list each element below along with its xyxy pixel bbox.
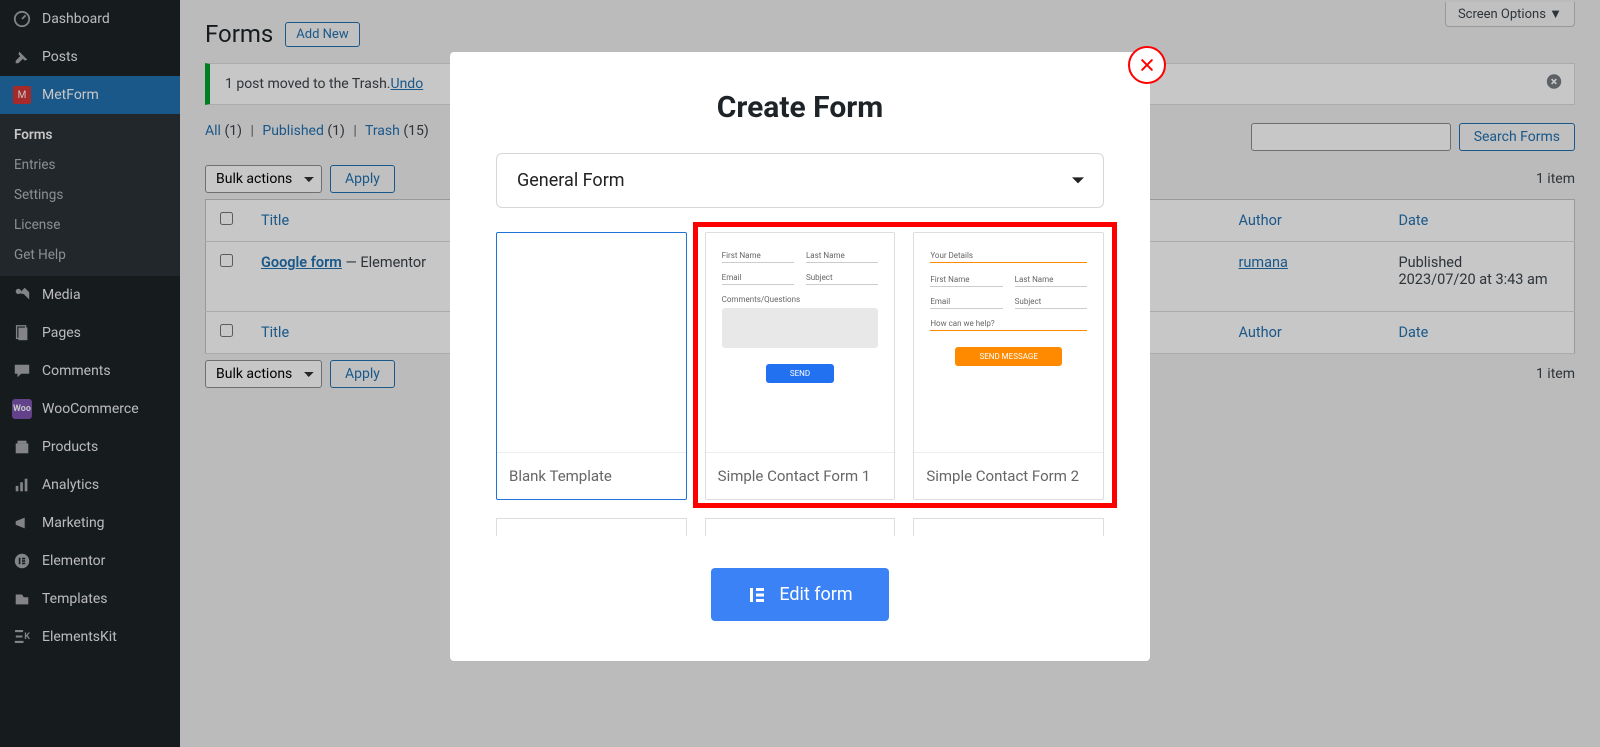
template-simple-1[interactable]: First Name Last Name Email Subject Comme… (705, 232, 896, 500)
template-simple-2[interactable]: Your Details First Name Last Name Email … (913, 232, 1104, 500)
template-preview-1: First Name Last Name Email Subject Comme… (706, 233, 895, 452)
create-form-modal: Create Form General Form Blank Template … (450, 52, 1150, 661)
preview-send-button: SEND (766, 364, 834, 383)
template-next-row (496, 518, 1104, 536)
template-card-peek[interactable] (913, 518, 1104, 536)
elementor-icon (747, 585, 767, 605)
template-grid: Blank Template First Name Last Name Emai… (496, 232, 1104, 500)
edit-form-label: Edit form (779, 584, 852, 605)
edit-form-button[interactable]: Edit form (711, 568, 888, 621)
template-card-peek[interactable] (705, 518, 896, 536)
template-title: Blank Template (497, 452, 686, 499)
form-type-select[interactable]: General Form (496, 153, 1104, 208)
template-title: Simple Contact Form 1 (706, 452, 895, 499)
template-preview-blank (497, 233, 686, 452)
template-blank[interactable]: Blank Template (496, 232, 687, 500)
close-button[interactable] (1128, 46, 1166, 84)
close-icon (1139, 57, 1155, 73)
modal-title: Create Form (496, 90, 1104, 125)
template-preview-2: Your Details First Name Last Name Email … (914, 233, 1103, 452)
template-title: Simple Contact Form 2 (914, 452, 1103, 499)
preview-send-button: SEND MESSAGE (955, 347, 1061, 366)
template-card-peek[interactable] (496, 518, 687, 536)
